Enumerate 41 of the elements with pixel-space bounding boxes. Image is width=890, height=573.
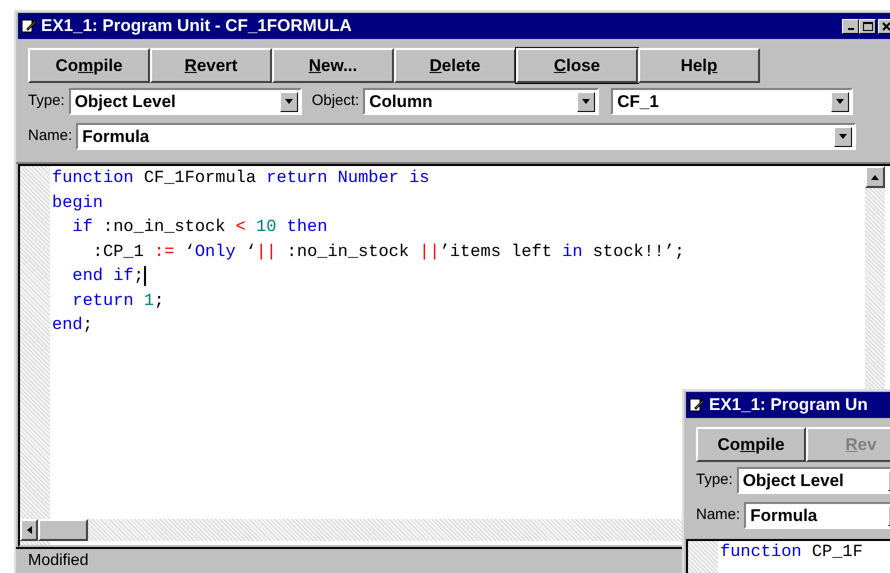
editor-gutter: [688, 541, 718, 573]
code-line: :CP_1 := ‘Only ‘|| :no_in_stock ||’items left in stock!!’;: [92, 242, 685, 264]
name-dropdown[interactable]: Formula: [76, 123, 856, 150]
maximize-icon: [862, 22, 872, 30]
window-title: EX1_1: Program Unit - CF_1FORMULA: [41, 15, 352, 38]
code-line: function CP_1F: [720, 542, 863, 564]
window-title: EX1_1: Program Un: [709, 394, 868, 416]
name-label: Name:: [28, 126, 72, 146]
type-label: Type:: [696, 470, 733, 490]
object-label: Object:: [312, 91, 360, 112]
type-label: Type:: [28, 91, 65, 112]
object-dropdown[interactable]: Column: [363, 88, 600, 115]
name-dropdown[interactable]: Formula: [744, 502, 890, 529]
scroll-left-icon: [26, 526, 32, 534]
code-line: end if;: [71, 265, 146, 288]
minimize-button[interactable]: [842, 18, 859, 34]
scroll-thumb[interactable]: [38, 519, 88, 541]
code-line: function CF_1Formula return Number is: [52, 168, 430, 190]
object-name-dropdown[interactable]: CF_1: [611, 88, 854, 115]
type-dropdown[interactable]: Object Level: [736, 467, 890, 494]
close-icon: [882, 22, 890, 30]
name-label: Name:: [696, 505, 740, 526]
close-button[interactable]: [878, 18, 890, 34]
toolbar-button[interactable]: Compile: [696, 427, 806, 462]
code-line: end;: [52, 315, 93, 337]
toolbar-button[interactable]: Compile: [28, 48, 150, 83]
text-cursor: [144, 266, 146, 286]
status-text: Modified: [28, 551, 88, 571]
scroll-up-icon: [871, 174, 879, 180]
pencil-document-icon: [689, 397, 705, 413]
maximize-button[interactable]: [859, 18, 876, 34]
toolbar-button[interactable]: New...: [272, 48, 394, 83]
code-line: begin: [52, 192, 104, 214]
toolbar-button[interactable]: Delete: [394, 48, 516, 83]
type-dropdown[interactable]: Object Level: [68, 88, 302, 115]
pencil-document-icon: [21, 18, 37, 34]
toolbar-button[interactable]: Revert: [150, 48, 272, 83]
toolbar-button[interactable]: Help: [638, 48, 760, 83]
default-button[interactable]: Close: [516, 48, 638, 83]
code-line: if :no_in_stock < 10 then: [71, 217, 328, 239]
code-line: return 1;: [71, 290, 164, 312]
